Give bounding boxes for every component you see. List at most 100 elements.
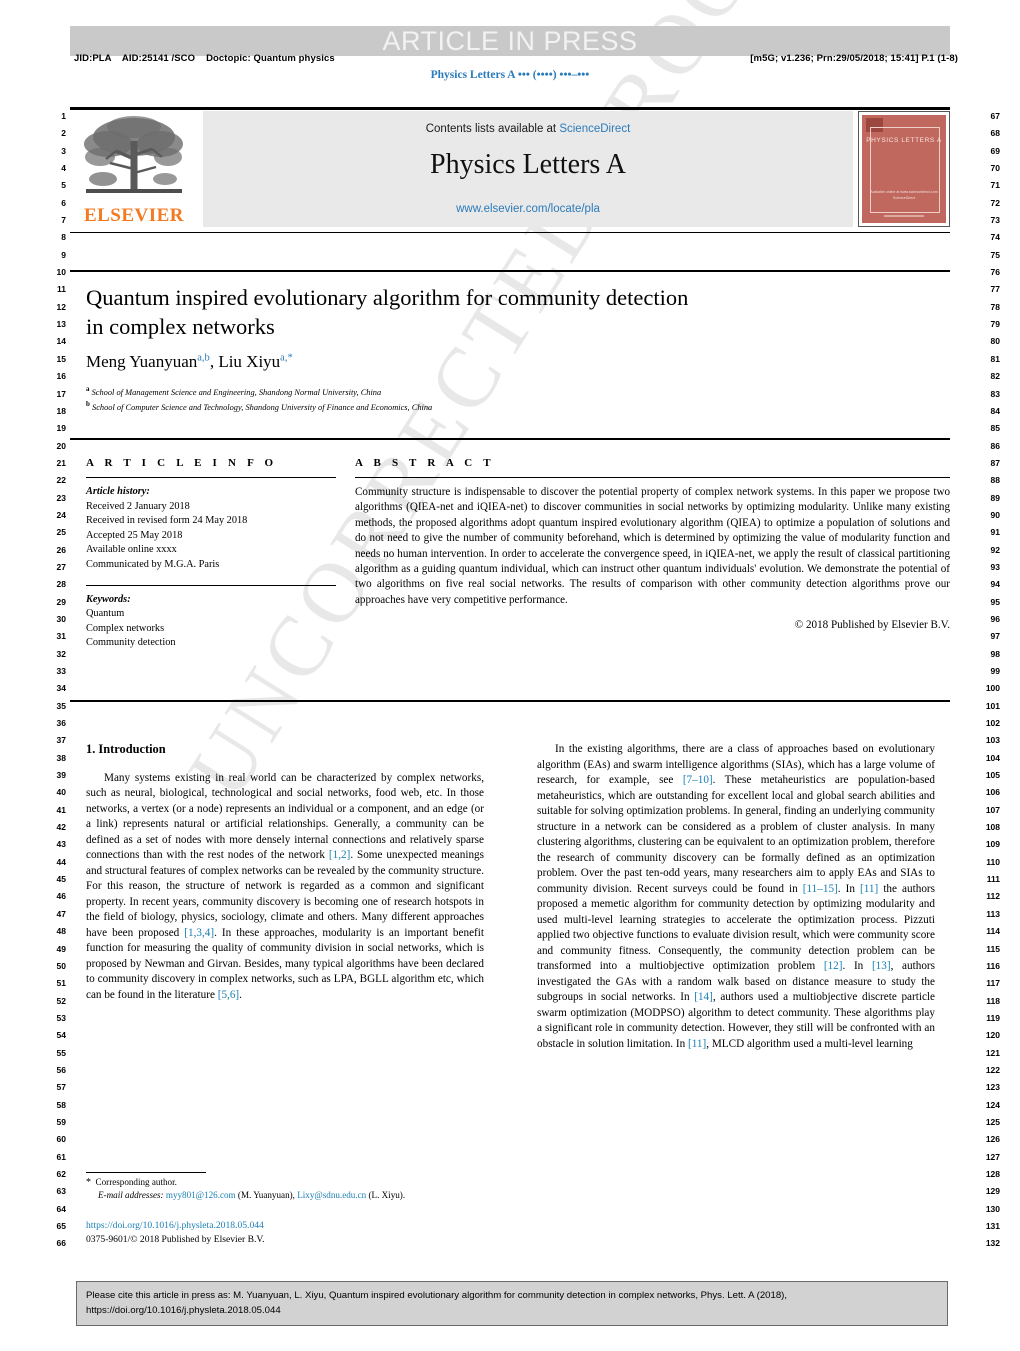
citation-link[interactable]: [5,6] xyxy=(218,989,239,1001)
line-number: 13 xyxy=(56,319,66,330)
citation-link[interactable]: [11] xyxy=(688,1038,706,1050)
history-item: Available online xxxx xyxy=(86,544,177,556)
line-number: 128 xyxy=(985,1168,1000,1179)
line-number: 7 xyxy=(61,215,66,226)
line-number: 17 xyxy=(56,388,66,399)
line-number: 89 xyxy=(990,492,1000,503)
line-number: 95 xyxy=(990,596,1000,607)
affiliation-b-marker: b xyxy=(86,400,90,408)
article-history-label: Article history: xyxy=(86,486,150,497)
line-number: 9 xyxy=(61,249,66,260)
asterisk-marker: * xyxy=(86,1177,91,1188)
line-number: 87 xyxy=(990,457,1000,468)
line-number: 86 xyxy=(990,440,1000,451)
journal-title: Physics Letters A xyxy=(430,149,626,180)
line-number: 19 xyxy=(56,423,66,434)
line-number: 29 xyxy=(56,596,66,607)
cover-bottom-bar xyxy=(883,215,925,217)
line-number: 27 xyxy=(56,561,66,572)
keywords-label: Keywords: xyxy=(86,593,131,605)
line-number: 43 xyxy=(56,839,66,850)
line-number: 48 xyxy=(56,926,66,937)
line-number: 119 xyxy=(986,1012,1000,1023)
keyword-item: Community detection xyxy=(86,637,176,649)
line-number: 2 xyxy=(61,128,66,139)
email-link-1[interactable]: myy801@126.com xyxy=(166,1190,236,1200)
email-link-2[interactable]: Lixy@sdnu.edu.cn xyxy=(297,1190,366,1200)
line-number: 12 xyxy=(56,301,66,312)
citation-link[interactable]: [11] xyxy=(860,883,878,895)
line-number: 97 xyxy=(990,631,1000,642)
line-number: 120 xyxy=(985,1030,1000,1041)
line-number: 16 xyxy=(56,371,66,382)
affiliation-a-marker: a xyxy=(86,385,90,393)
paper-page: UNCORRECTED PROOF ARTICLE IN PRESS JID:P… xyxy=(0,0,1020,1351)
article-history: Article history: Received 2 January 2018… xyxy=(86,485,336,573)
line-number: 121 xyxy=(985,1047,1000,1058)
line-number: 111 xyxy=(986,874,1000,885)
sciencedirect-link[interactable]: ScienceDirect xyxy=(559,123,630,135)
running-head: Physics Letters A ••• (••••) •••–••• xyxy=(430,69,590,81)
corresponding-author-text: Corresponding author. xyxy=(95,1177,177,1187)
line-number: 85 xyxy=(990,423,1000,434)
journal-homepage-link[interactable]: www.elsevier.com/locate/pla xyxy=(203,203,853,215)
line-number: 64 xyxy=(56,1203,66,1214)
cite-line-2: https://doi.org/10.1016/j.physleta.2018.… xyxy=(86,1304,281,1316)
intro-left-text-1: Many systems existing in real world can … xyxy=(86,771,484,862)
line-number: 125 xyxy=(985,1116,1000,1127)
line-number: 63 xyxy=(56,1186,66,1197)
intro-right-text-8: , MLCD algorithm used a multi-level lear… xyxy=(706,1037,913,1050)
line-number: 115 xyxy=(986,943,1000,954)
line-number: 80 xyxy=(990,336,1000,347)
citation-link[interactable]: [7–10] xyxy=(683,774,713,786)
elsevier-wordmark: ELSEVIER xyxy=(83,205,185,226)
line-number: 65 xyxy=(56,1221,66,1231)
elsevier-logo: ELSEVIER xyxy=(70,111,198,229)
doi-link[interactable]: https://doi.org/10.1016/j.physleta.2018.… xyxy=(86,1219,264,1233)
citation-link[interactable]: [13] xyxy=(872,960,891,972)
line-number: 94 xyxy=(990,579,1000,590)
masthead-bottom-rule xyxy=(70,232,950,233)
line-number: 117 xyxy=(986,978,1000,989)
line-number: 54 xyxy=(56,1030,66,1041)
citation-link[interactable]: [11–15] xyxy=(803,883,838,895)
history-item: Received in revised form 24 May 2018 xyxy=(86,515,248,527)
citation-link[interactable]: [1,2] xyxy=(329,849,350,861)
title-line-1: Quantum inspired evolutionary algorithm … xyxy=(86,285,689,310)
paragraph-intro-left: Many systems existing in real world can … xyxy=(86,771,484,1004)
abstract-divider xyxy=(355,477,950,478)
line-number: 84 xyxy=(990,405,1000,416)
line-number: 131 xyxy=(985,1221,1000,1231)
citation-link[interactable]: [12] xyxy=(824,960,843,972)
cover-footer-text: Available online at www.sciencedirect.co… xyxy=(870,190,938,200)
line-number: 112 xyxy=(986,891,1000,902)
email-addresses-line: E-mail addresses: myy801@126.com (M. Yua… xyxy=(86,1189,496,1202)
body-top-rule xyxy=(70,700,950,702)
line-number: 30 xyxy=(56,613,66,624)
cite-this-article-box: Please cite this article in press as: M.… xyxy=(76,1281,948,1326)
line-number: 68 xyxy=(990,128,1000,139)
author-1-affiliation-marker: a,b xyxy=(197,352,210,364)
line-number: 51 xyxy=(56,978,66,989)
abstract-text: Community structure is indispensable to … xyxy=(355,486,950,606)
line-number: 90 xyxy=(990,509,1000,520)
citation-link[interactable]: [14] xyxy=(694,991,713,1003)
line-number: 126 xyxy=(985,1134,1000,1145)
line-number: 82 xyxy=(990,371,1000,382)
author-name-1: Meng Yuanyuan xyxy=(86,352,198,371)
line-number: 45 xyxy=(56,874,66,885)
citation-link[interactable]: [1,3,4] xyxy=(184,927,214,939)
author-2-affiliation-marker[interactable]: a,* xyxy=(280,352,293,363)
line-number: 53 xyxy=(56,1012,66,1023)
affiliation-a: a School of Management Science and Engin… xyxy=(86,385,866,397)
line-number: 105 xyxy=(985,770,1000,781)
line-number: 104 xyxy=(985,752,1000,763)
line-number: 22 xyxy=(56,475,66,486)
line-number: 56 xyxy=(56,1064,66,1075)
line-number: 118 xyxy=(986,995,1000,1006)
line-number: 1 xyxy=(61,111,66,121)
line-number: 14 xyxy=(56,336,66,347)
affiliation-a-text: School of Management Science and Enginee… xyxy=(91,387,382,397)
line-number: 32 xyxy=(56,648,66,659)
line-number: 75 xyxy=(990,249,1000,260)
